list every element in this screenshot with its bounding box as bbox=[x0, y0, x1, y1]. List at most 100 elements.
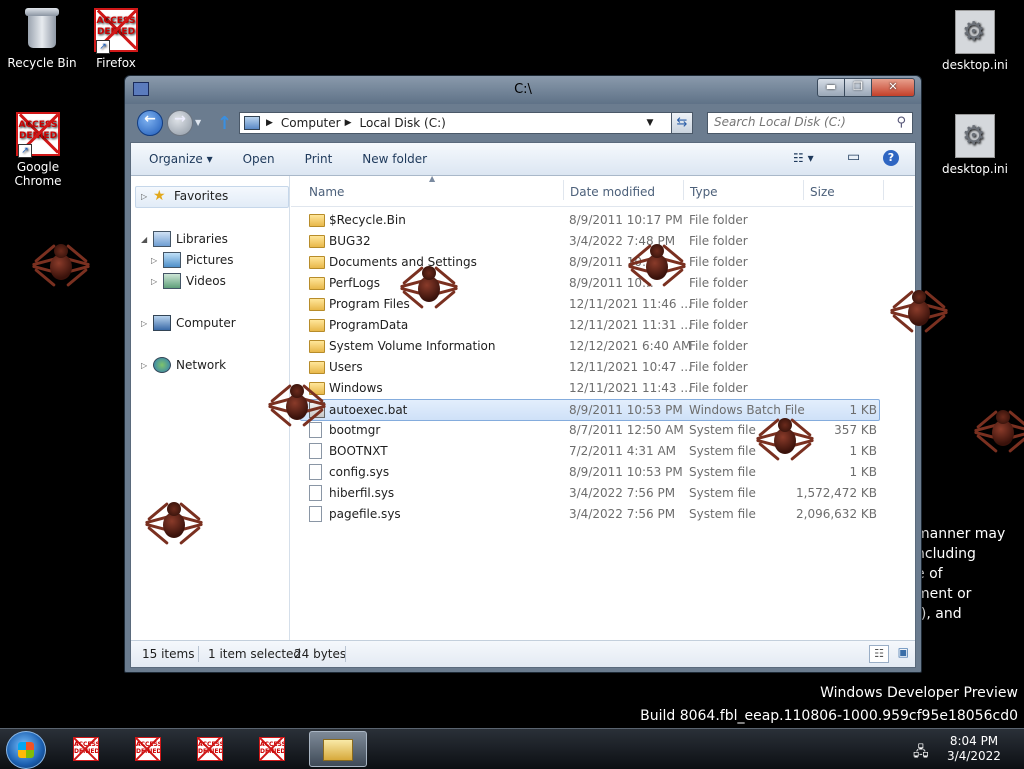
file-row[interactable]: BUG32 3/4/2022 7:48 PM File folder bbox=[301, 231, 879, 251]
desktop-icon-recycle-bin[interactable]: Recycle Bin bbox=[0, 8, 84, 70]
file-row[interactable]: System Volume Information 12/12/2021 6:40… bbox=[301, 336, 879, 356]
file-name: BUG32 bbox=[329, 234, 371, 248]
computer-icon bbox=[244, 116, 260, 130]
breadcrumb-arrow-icon[interactable]: ▶ bbox=[266, 118, 273, 128]
breadcrumb-arrow-icon[interactable]: ▶ bbox=[345, 118, 352, 128]
views-icon[interactable]: ☷ ▾ bbox=[793, 151, 814, 165]
file-name: config.sys bbox=[329, 465, 390, 479]
search-icon[interactable]: ⚲ bbox=[896, 115, 906, 130]
file-row[interactable]: ProgramData 12/11/2021 11:31 ... File fold… bbox=[301, 315, 879, 335]
file-row[interactable]: Users 12/11/2021 10:47 ... File folder bbox=[301, 357, 879, 377]
taskbar-item-explorer[interactable] bbox=[309, 731, 367, 767]
desktop-icon-label: Firefox bbox=[96, 56, 136, 70]
address-bar[interactable]: ▶ Computer ▶ Local Disk (C:) ▼ bbox=[239, 112, 681, 134]
file-row[interactable]: Documents and Settings 8/9/2011 10:.. File… bbox=[301, 252, 879, 272]
nav-item-computer[interactable]: ▷ Computer bbox=[141, 315, 236, 331]
taskbar-item[interactable]: ACCESS DENIED bbox=[61, 731, 111, 765]
desktop-icon-firefox[interactable]: ACCESS DENIED ↗ Firefox bbox=[74, 8, 158, 70]
nav-item-videos[interactable]: ▷ Videos bbox=[151, 273, 226, 289]
expand-arrow-icon[interactable]: ▷ bbox=[141, 319, 151, 328]
expand-arrow-icon[interactable]: ▷ bbox=[151, 277, 161, 286]
breadcrumb-local-disk[interactable]: Local Disk (C:) bbox=[360, 116, 446, 130]
background-text: manner may ncluding e of ment or f), and bbox=[916, 524, 1005, 624]
window-title: C:\ bbox=[514, 82, 532, 97]
watermark-line: Windows Developer Preview bbox=[820, 685, 1018, 701]
file-row[interactable]: PerfLogs 8/9/2011 10:.. File folder bbox=[301, 273, 879, 293]
nav-item-libraries[interactable]: ◢ Libraries bbox=[141, 231, 228, 247]
background-text-line: ment or bbox=[916, 586, 972, 602]
file-size: 1 KB bbox=[849, 465, 877, 479]
large-icons-view-icon[interactable]: ▣ bbox=[898, 645, 909, 659]
file-row[interactable]: Program Files 12/11/2021 11:46 ... File fo… bbox=[301, 294, 879, 314]
address-dropdown-icon[interactable]: ▼ bbox=[642, 113, 658, 133]
taskbar-item[interactable]: ACCESS DENIED bbox=[123, 731, 173, 765]
new-folder-button[interactable]: New folder bbox=[347, 152, 442, 166]
column-date-modified[interactable]: Date modified bbox=[570, 185, 655, 199]
breadcrumb-computer[interactable]: Computer bbox=[281, 116, 341, 130]
taskbar-item[interactable]: ACCESS DENIED bbox=[185, 731, 235, 765]
up-arrow-icon[interactable]: ↑ bbox=[217, 113, 232, 134]
file-size: 1 KB bbox=[849, 444, 877, 458]
spider-icon bbox=[890, 282, 948, 340]
back-button[interactable]: ← bbox=[137, 110, 163, 136]
spider-icon bbox=[756, 410, 814, 468]
file-row[interactable]: hiberfil.sys 3/4/2022 7:56 PM System file 1… bbox=[301, 483, 879, 503]
recent-pages-dropdown[interactable]: ▼ bbox=[195, 118, 201, 127]
network-tray-icon[interactable]: 🖧 bbox=[913, 741, 929, 765]
spider-icon bbox=[145, 494, 203, 552]
folder-icon bbox=[309, 298, 325, 311]
libraries-icon bbox=[153, 231, 171, 247]
desktop-icon-desktop-ini[interactable]: desktop.ini bbox=[933, 114, 1017, 176]
column-size[interactable]: Size bbox=[810, 185, 835, 199]
nav-item-network[interactable]: ▷ Network bbox=[141, 357, 226, 373]
start-button[interactable] bbox=[6, 731, 46, 769]
system-file-icon bbox=[309, 464, 322, 480]
folder-icon bbox=[309, 340, 325, 353]
explorer-content: Organize ▾ Open Print New folder ☷ ▾ ▭ ?… bbox=[130, 142, 916, 668]
access-denied-icon: ACCESS DENIED ↗ bbox=[94, 8, 138, 54]
folder-icon bbox=[309, 256, 325, 269]
file-type: System file bbox=[689, 486, 756, 500]
file-date: 8/9/2011 10:53 PM bbox=[569, 403, 683, 417]
file-row[interactable]: Windows 12/11/2021 11:43 ... File folder bbox=[301, 378, 879, 398]
forward-button[interactable]: → bbox=[167, 110, 193, 136]
search-input[interactable] bbox=[708, 113, 884, 131]
desktop-icon-google-chrome[interactable]: ACCESS DENIED ↗ Google Chrome bbox=[0, 112, 80, 188]
column-name[interactable]: Name bbox=[309, 185, 344, 199]
minimize-button[interactable]: ▬ bbox=[817, 78, 845, 97]
preview-pane-icon[interactable]: ▭ bbox=[847, 149, 860, 165]
close-button[interactable]: ✕ bbox=[871, 78, 915, 97]
expand-arrow-icon[interactable]: ▷ bbox=[141, 361, 151, 370]
details-view-icon[interactable]: ☷ bbox=[869, 645, 889, 663]
sort-arrow-icon: ▲ bbox=[429, 174, 436, 183]
background-text-line: e of bbox=[916, 566, 943, 582]
file-row[interactable]: pagefile.sys 3/4/2022 7:56 PM System file 2… bbox=[301, 504, 879, 524]
desktop-icon-label: Recycle Bin bbox=[7, 56, 77, 70]
clock-date: 3/4/2022 bbox=[947, 749, 1001, 763]
clock[interactable]: 8:04 PM 3/4/2022 bbox=[942, 734, 1006, 764]
file-row[interactable]: $Recycle.Bin 8/9/2011 10:17 PM File folder bbox=[301, 210, 879, 230]
desktop-icon-desktop-ini[interactable]: desktop.ini bbox=[933, 10, 1017, 72]
search-box[interactable]: ⚲ bbox=[707, 112, 913, 134]
nav-item-favorites[interactable]: ▷ ★ Favorites bbox=[141, 189, 228, 203]
refresh-button[interactable]: ⇆ bbox=[671, 112, 693, 134]
column-type[interactable]: Type bbox=[690, 185, 718, 199]
folder-icon bbox=[309, 319, 325, 332]
file-list: ▲ Name Date modified Type Size $Recycle.… bbox=[291, 174, 913, 640]
maximize-button[interactable]: ❐ bbox=[844, 78, 872, 97]
explorer-window: C:\ ▬ ❐ ✕ ← → ▼ ↑ ▶ Computer ▶ Local Dis… bbox=[124, 75, 922, 673]
taskbar-item[interactable]: ACCESS DENIED bbox=[247, 731, 297, 765]
explorer-icon bbox=[323, 739, 353, 761]
recycle-bin-icon bbox=[20, 8, 64, 52]
print-button[interactable]: Print bbox=[290, 152, 348, 166]
nav-item-pictures[interactable]: ▷ Pictures bbox=[151, 252, 234, 268]
spider-icon bbox=[400, 258, 458, 316]
help-icon[interactable]: ? bbox=[883, 150, 899, 166]
clock-time: 8:04 PM bbox=[949, 734, 999, 748]
expand-arrow-icon[interactable]: ▷ bbox=[151, 256, 161, 265]
open-button[interactable]: Open bbox=[228, 152, 290, 166]
title-bar[interactable]: C:\ ▬ ❐ ✕ bbox=[125, 76, 921, 104]
expand-arrow-icon[interactable]: ▷ bbox=[141, 192, 151, 201]
collapse-arrow-icon[interactable]: ◢ bbox=[141, 235, 151, 244]
organize-button[interactable]: Organize ▾ bbox=[131, 152, 228, 166]
